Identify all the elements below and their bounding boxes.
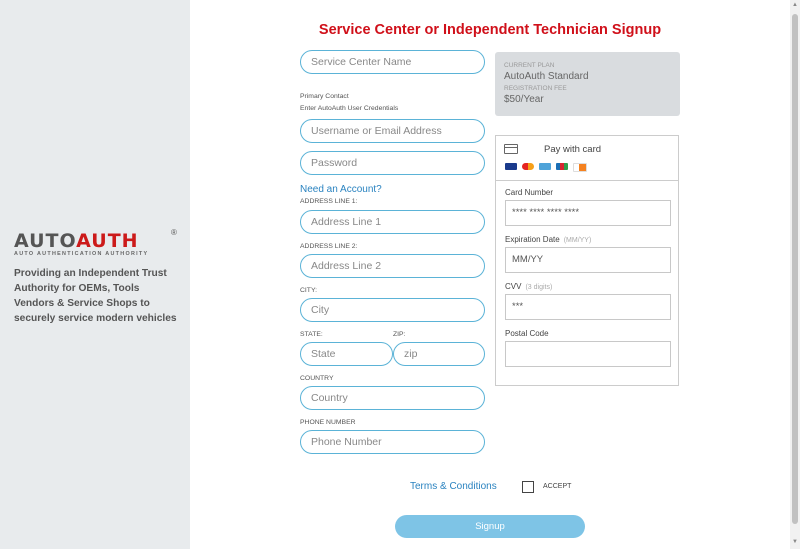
expiration-label: Expiration Date (MM/YY): [505, 235, 592, 244]
country-input[interactable]: Country: [300, 386, 485, 410]
terms-conditions-link[interactable]: Terms & Conditions: [410, 481, 497, 492]
expiration-input[interactable]: MM/YY: [505, 247, 671, 273]
current-plan-value: AutoAuth Standard: [504, 71, 589, 82]
city-input[interactable]: City: [300, 298, 485, 322]
zip-label: ZIP:: [393, 331, 406, 338]
payment-card-panel: Pay with card Card Number **** **** ****…: [495, 135, 679, 386]
postal-code-input[interactable]: [505, 341, 671, 367]
phone-input[interactable]: Phone Number: [300, 430, 485, 454]
mastercard-icon: [522, 163, 534, 170]
credentials-hint: Enter AutoAuth User Credentials: [300, 105, 399, 112]
sidebar: AUTOAUTH ® AUTO AUTHENTICATION AUTHORITY…: [0, 0, 190, 549]
address1-label: ADDRESS LINE 1:: [300, 198, 358, 205]
signup-button[interactable]: Signup: [395, 515, 585, 538]
plan-summary: CURRENT PLAN AutoAuth Standard REGISTRAT…: [495, 52, 680, 116]
registration-fee-value: $50/Year: [504, 94, 544, 105]
country-label: COUNTRY: [300, 375, 334, 382]
expiration-hint: (MM/YY): [563, 237, 592, 244]
state-label: STATE:: [300, 331, 323, 338]
service-center-name-input[interactable]: Service Center Name: [300, 50, 485, 74]
cvv-label: CVV (3 digits): [505, 282, 553, 291]
logo-wordmark: AUTOAUTH: [14, 230, 139, 252]
payment-header: Pay with card: [496, 136, 678, 181]
sidebar-tagline: Providing an Independent Trust Authority…: [14, 268, 177, 324]
scroll-up-icon[interactable]: ▲: [792, 2, 798, 8]
primary-contact-label: Primary Contact: [300, 93, 349, 100]
username-input[interactable]: Username or Email Address: [300, 119, 485, 143]
card-number-input[interactable]: **** **** **** ****: [505, 200, 671, 226]
amex-icon: [539, 163, 551, 170]
visa-icon: [505, 163, 517, 170]
password-input[interactable]: Password: [300, 151, 485, 175]
address2-label: ADDRESS LINE 2:: [300, 243, 358, 250]
registered-mark: ®: [171, 228, 177, 237]
autoauth-logo: AUTOAUTH ® AUTO AUTHENTICATION AUTHORITY: [14, 228, 177, 257]
registration-fee-label: REGISTRATION FEE: [504, 85, 567, 92]
cvv-input[interactable]: ***: [505, 294, 671, 320]
card-number-label: Card Number: [505, 188, 554, 197]
page-title: Service Center or Independent Technician…: [318, 22, 662, 38]
accept-label: ACCEPT: [543, 483, 572, 490]
logo-subtitle: AUTO AUTHENTICATION AUTHORITY: [14, 251, 149, 257]
credit-card-icon: [504, 144, 518, 154]
postal-code-label: Postal Code: [505, 329, 549, 338]
need-account-link[interactable]: Need an Account?: [300, 184, 382, 195]
accept-checkbox[interactable]: [522, 481, 534, 493]
state-input[interactable]: State: [300, 342, 393, 366]
jcb-icon: [556, 163, 568, 170]
current-plan-label: CURRENT PLAN: [504, 62, 555, 69]
vertical-scrollbar[interactable]: ▲ ▼: [790, 0, 800, 549]
pay-with-card-title: Pay with card: [544, 144, 602, 155]
address1-input[interactable]: Address Line 1: [300, 210, 485, 234]
discover-icon: [573, 163, 587, 172]
phone-label: PHONE NUMBER: [300, 419, 356, 426]
city-label: CITY:: [300, 287, 317, 294]
zip-input[interactable]: zip: [393, 342, 485, 366]
address2-input[interactable]: Address Line 2: [300, 254, 485, 278]
cvv-hint: (3 digits): [525, 284, 553, 291]
scroll-down-icon[interactable]: ▼: [792, 539, 798, 545]
scrollbar-thumb[interactable]: [792, 14, 798, 524]
